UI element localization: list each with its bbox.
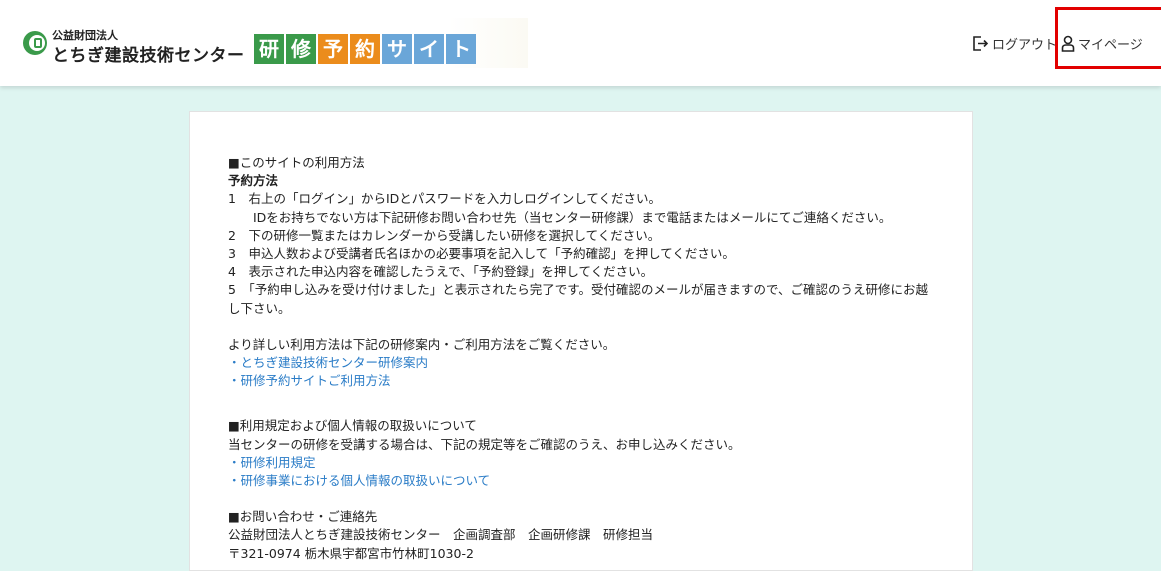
step-4: 4 表示された申込内容を確認したうえで、「予約登録」を押してください。 [228,264,654,280]
detail-intro: より詳しい利用方法は下記の研修案内・ご利用方法をご覧ください。 [228,336,616,352]
org-name: とちぎ建設技術センター [52,46,245,66]
step-1-sub: IDをお持ちでない方は下記研修お問い合わせ先（当センター研修課）まで電話またはメ… [253,209,892,225]
link-site-howto[interactable]: ・研修予約サイトご利用方法 [228,373,391,388]
usage-instructions: ■このサイトの利用方法 予約方法 1 右上の「ログイン」からIDとパスワードを入… [228,154,938,563]
site-title-char: サ [382,34,412,64]
rules-heading: ■利用規定および個人情報の取扱いについて [228,418,477,434]
logout-label: ログアウト [992,38,1058,53]
link-usage-rules[interactable]: ・研修利用規定 [228,455,316,470]
link-training-guide[interactable]: ・とちぎ建設技術センター研修案内 [228,355,428,370]
site-title-char: 予 [318,34,348,64]
site-header: 公益財団法人 とちぎ建設技術センター 研修予約サイト ログアウト マイページ [0,0,1161,86]
logout-link[interactable]: ログアウト [972,34,1057,53]
link-privacy-policy[interactable]: ・研修事業における個人情報の取扱いについて [228,473,490,488]
step-1: 1 右上の「ログイン」からIDとパスワードを入力しログインしてください。 [228,191,662,207]
site-title-char: ト [446,34,476,64]
mypage-highlight-box [1055,7,1161,69]
site-title-char: 修 [286,34,316,64]
logout-icon [973,36,989,51]
logo-mark-icon [23,31,47,55]
rules-intro: 当センターの研修を受講する場合は、下記の規定等をご確認のうえ、お申し込みください… [228,436,741,452]
contact-heading: ■お問い合わせ・ご連絡先 [228,509,378,525]
reserve-heading: 予約方法 [228,173,279,189]
site-title-char: 約 [350,34,380,64]
step-3: 3 申込人数および受講者氏名ほかの必要事項を記入して「予約確認」を押してください… [228,246,735,262]
step-5: 5 「予約申し込みを受け付けました」と表示されたら完了です。受付確認のメールが届… [228,282,928,316]
site-title: 研修予約サイト [254,34,476,64]
usage-heading: ■このサイトの利用方法 [228,155,365,170]
contact-org: 公益財団法人とちぎ建設技術センター 企画調査部 企画研修課 研修担当 [228,527,654,543]
site-title-char: 研 [254,34,284,64]
step-2: 2 下の研修一覧またはカレンダーから受講したい研修を選択してください。 [228,227,661,243]
site-title-char: イ [414,34,444,64]
site-logo[interactable]: 公益財団法人 とちぎ建設技術センター 研修予約サイト [0,18,528,68]
